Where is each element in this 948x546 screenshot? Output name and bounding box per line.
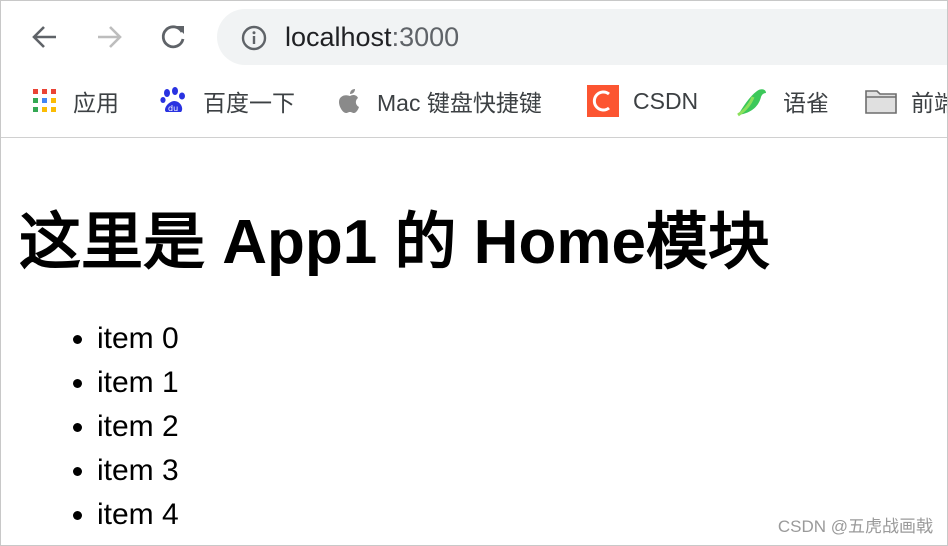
csdn-icon — [587, 85, 619, 117]
bookmark-label: 前端 — [911, 90, 947, 116]
bookmark-mac-shortcuts[interactable]: Mac 键盘快捷键 — [337, 85, 542, 117]
bookmark-label: CSDN — [633, 87, 699, 114]
bookmark-label: 语雀 — [783, 90, 829, 116]
url-text: localhost:3000 — [285, 22, 460, 52]
bookmark-apps[interactable]: 应用 — [31, 85, 119, 117]
bookmarks-bar: 应用 du 百度一下 Mac 键盘快捷键 CSDN 语雀 前 — [1, 77, 947, 125]
list-item: item 4 — [97, 493, 179, 537]
forward-button[interactable] — [93, 21, 125, 53]
address-bar[interactable]: localhost:3000 — [217, 9, 947, 65]
list-item: item 1 — [97, 361, 179, 405]
svg-text:du: du — [168, 104, 178, 113]
bookmark-yuque[interactable]: 语雀 — [735, 85, 829, 117]
reload-button[interactable] — [157, 21, 189, 53]
arrow-right-icon — [98, 26, 122, 48]
bookmark-baidu[interactable]: du 百度一下 — [159, 85, 295, 117]
bookmark-folder-frontend[interactable]: 前端 — [865, 85, 947, 117]
page-title: 这里是 App1 的 Home模块 — [19, 208, 770, 277]
list-item: item 3 — [97, 449, 179, 493]
reload-icon — [161, 25, 185, 49]
toolbar-divider — [1, 137, 947, 138]
apps-grid-icon — [31, 87, 59, 115]
item-list: item 0 item 1 item 2 item 3 item 4 — [57, 317, 179, 537]
bookmark-label: Mac 键盘快捷键 — [377, 90, 542, 116]
list-item: item 0 — [97, 317, 179, 361]
bookmark-csdn[interactable]: CSDN — [587, 85, 698, 117]
baidu-paw-icon: du — [159, 86, 189, 116]
apple-icon — [337, 87, 363, 115]
watermark: CSDN @五虎战画戟 — [777, 517, 933, 536]
browser-window: localhost:3000 应用 du 百度一下 Mac 键盘快捷键 CSDN… — [0, 0, 948, 546]
bookmark-label: 百度一下 — [203, 90, 295, 116]
arrow-left-icon — [32, 26, 56, 48]
browser-toolbar: localhost:3000 — [1, 1, 947, 73]
yuque-bird-icon — [735, 85, 769, 117]
folder-icon — [865, 87, 897, 115]
back-button[interactable] — [29, 21, 61, 53]
bookmark-label: 应用 — [73, 90, 119, 116]
list-item: item 2 — [97, 405, 179, 449]
info-icon[interactable] — [241, 25, 267, 56]
